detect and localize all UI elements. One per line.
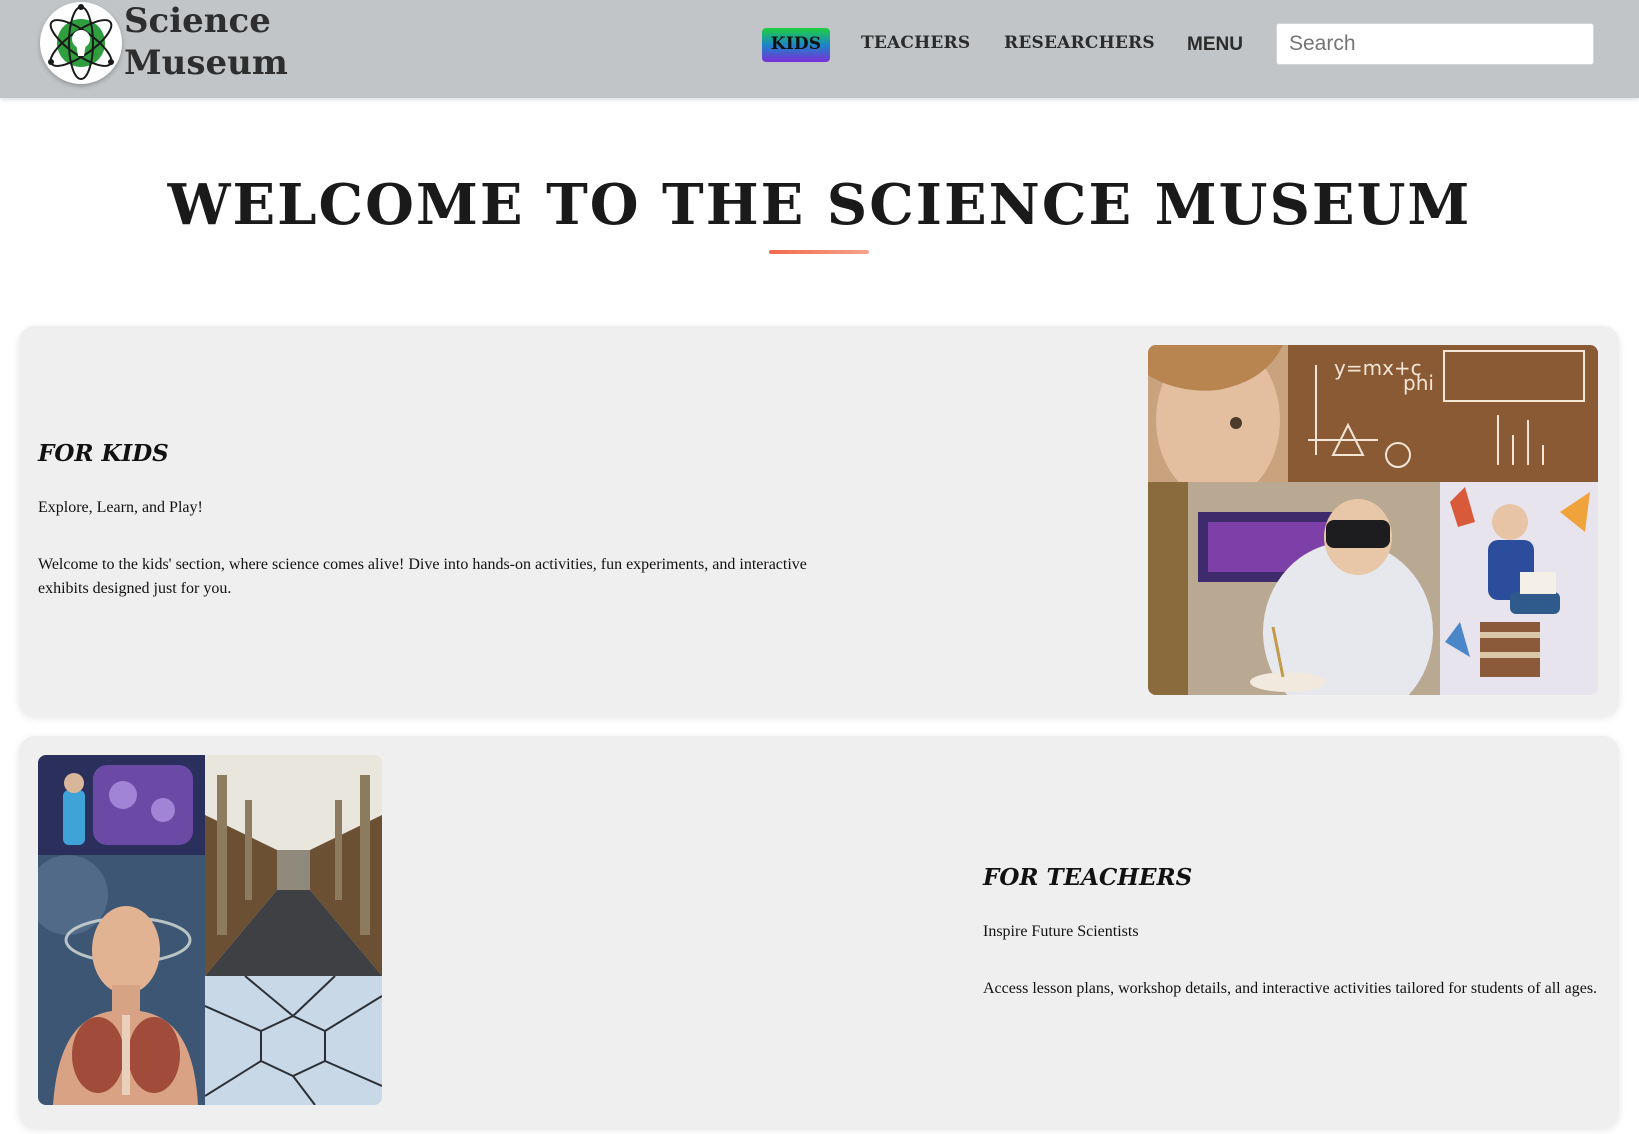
nav-link-researchers[interactable]: RESEARCHERS (1004, 32, 1155, 54)
atom-keyhole-logo-icon (48, 4, 114, 80)
teachers-photo-collage (38, 755, 382, 1105)
page-title: WELCOME TO THE SCIENCE MUSEUM (167, 172, 1472, 238)
teachers-photo-geometric-structure (205, 976, 382, 1105)
kids-photo-chalkboard: y=mx+c phi (1148, 345, 1598, 482)
kids-photo-vr-headset (1148, 482, 1440, 695)
teachers-heading: FOR TEACHERS (983, 864, 1193, 891)
teachers-photo-museum-hall (205, 755, 382, 976)
teachers-tagline: Inspire Future Scientists (983, 923, 1139, 940)
brand-name[interactable]: Science Museum (124, 0, 288, 84)
brand-name-line1: Science (124, 1, 271, 41)
nav-link-teachers[interactable]: TEACHERS (861, 32, 970, 54)
site-header: Science Museum KIDS TEACHERS RESEARCHERS… (0, 0, 1639, 98)
logo-badge[interactable] (40, 2, 122, 84)
teachers-section-card: FOR TEACHERS Inspire Future Scientists A… (19, 736, 1619, 1128)
kids-section-card: FOR KIDS Explore, Learn, and Play! Welco… (19, 326, 1619, 716)
kids-tagline: Explore, Learn, and Play! (38, 499, 203, 516)
search-input[interactable] (1276, 23, 1594, 65)
kids-photo-reading-boy (1440, 482, 1598, 695)
teachers-photo-anatomy-model (38, 855, 205, 1105)
kids-heading: FOR KIDS (38, 440, 169, 467)
title-underline (769, 250, 869, 254)
brand-name-line2: Museum (124, 43, 288, 83)
teachers-photo-lab-machine (38, 755, 205, 855)
kids-description: Welcome to the kids' section, where scie… (38, 556, 807, 597)
teachers-description: Access lesson plans, workshop details, a… (983, 980, 1598, 997)
kids-photo-collage: y=mx+c phi (1148, 345, 1598, 695)
nav-link-kids[interactable]: KIDS (762, 28, 830, 62)
menu-button[interactable]: MENU (1187, 34, 1243, 56)
svg-text:phi: phi (1403, 371, 1434, 395)
